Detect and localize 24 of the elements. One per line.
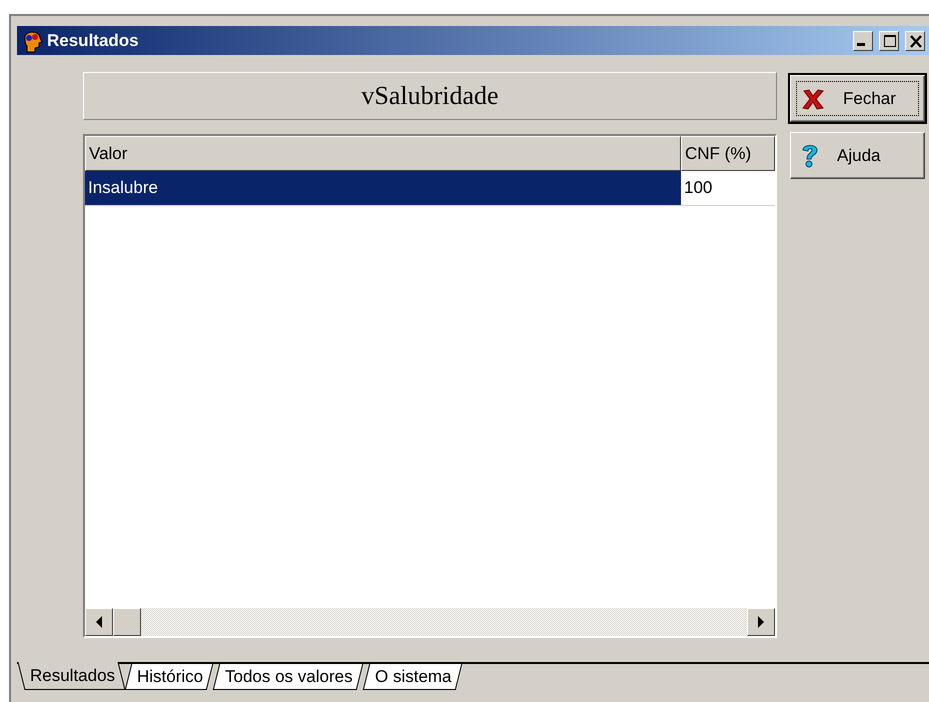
table-cell[interactable]: Insalubre xyxy=(85,171,681,206)
question-mark-icon xyxy=(801,142,819,169)
close-button[interactable] xyxy=(905,30,925,51)
help-button[interactable]: Ajuda xyxy=(790,132,925,180)
scroll-thumb[interactable] xyxy=(113,608,141,636)
right-arrow-icon xyxy=(757,616,765,628)
tab[interactable]: Todos os valores xyxy=(212,664,363,690)
scroll-right-button[interactable] xyxy=(747,608,775,636)
table-cell[interactable]: 100 xyxy=(681,171,775,206)
maximize-button[interactable] xyxy=(879,30,899,51)
tab[interactable]: Histórico xyxy=(124,664,214,690)
close-button[interactable]: Fechar xyxy=(790,75,925,122)
column-header[interactable]: CNF (%) xyxy=(681,136,775,172)
minimize-icon xyxy=(857,42,865,46)
left-arrow-icon xyxy=(95,616,103,628)
window-title: Resultados xyxy=(47,30,140,51)
scroll-left-button[interactable] xyxy=(85,608,113,636)
column-header[interactable]: Valor xyxy=(85,136,681,172)
minimize-button[interactable] xyxy=(853,30,873,51)
tab[interactable]: O sistema xyxy=(362,664,462,690)
header-panel: vSalubridade xyxy=(83,72,777,120)
horizontal-scrollbar[interactable] xyxy=(85,608,775,636)
close-icon xyxy=(801,88,825,110)
tab[interactable]: Resultados xyxy=(18,662,126,690)
